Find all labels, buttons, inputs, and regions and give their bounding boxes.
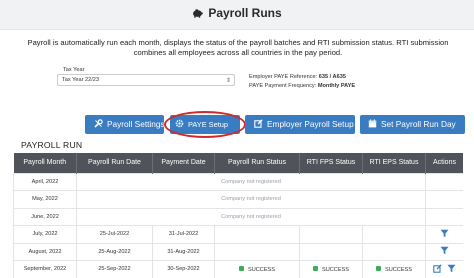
paye-setup-button[interactable]: PAYE Setup: [170, 115, 240, 134]
employer-info: Employer PAYE Reference: 635 / A635 PAYE…: [249, 73, 355, 91]
payroll-settings-button[interactable]: Payroll Settings: [85, 115, 164, 134]
tax-year-label: Tax Year: [63, 67, 85, 73]
tax-year-select[interactable]: Tax Year 22/23 ⇕: [57, 74, 235, 86]
cell-run-status: [214, 242, 300, 261]
cell-month: May, 2022: [13, 190, 77, 209]
employer-payroll-setup-button[interactable]: Employer Payroll Setup: [245, 115, 355, 134]
cell-status-note: Company not registered: [76, 172, 426, 191]
success-status-icon: [312, 265, 318, 271]
filter-icon[interactable]: [440, 229, 449, 240]
edit-icon[interactable]: [432, 264, 442, 275]
col-payroll-run-status[interactable]: Payroll Run Status: [214, 153, 300, 173]
edit-icon: [254, 116, 263, 128]
fps-status-text: SUCCESS: [321, 266, 350, 273]
cell-fps-status: [299, 225, 363, 244]
cell-status-note: Company not registered: [76, 190, 426, 209]
set-payroll-run-day-button[interactable]: Set Payroll Run Day: [360, 115, 465, 134]
cell-fps-status: SUCCESS: [299, 260, 363, 278]
col-rti-eps-status[interactable]: RTI EPS Status: [362, 153, 426, 173]
success-status-icon: [375, 265, 381, 271]
intro-line-1: Payroll is automatically run each month,…: [27, 38, 449, 47]
cell-run-date: 25-Jul-2022: [76, 225, 153, 244]
intro-line-2: combines all employees across all countr…: [133, 48, 343, 57]
table-row: May, 2022 Company not registered: [13, 190, 463, 209]
employer-payroll-setup-label: Employer Payroll Setup: [267, 119, 354, 129]
filter-icon[interactable]: [440, 246, 449, 257]
cell-eps-status: SUCCESS: [362, 260, 426, 278]
cell-run-date: 25-Aug-2022: [76, 242, 153, 261]
title-bar: Payroll Runs: [0, 0, 474, 30]
table-row: June, 2022 Company not registered: [13, 207, 463, 226]
col-payroll-month[interactable]: Payroll Month: [13, 153, 77, 173]
payroll-run-table-wrapper: Payroll Month Payroll Run Date Payment D…: [13, 153, 463, 278]
paye-frequency-label: PAYE Payment Frequency:: [249, 83, 317, 89]
payroll-run-title: PAYROLL RUN: [21, 140, 83, 150]
set-payroll-run-day-label: Set Payroll Run Day: [381, 119, 456, 129]
cell-fps-status: [299, 242, 363, 261]
cell-eps-status: [362, 225, 426, 244]
gear-icon: [175, 116, 184, 128]
paye-setup-label: PAYE Setup: [188, 120, 228, 129]
cell-actions: [425, 190, 463, 209]
cell-actions: [425, 242, 463, 261]
table-header-row: Payroll Month Payroll Run Date Payment D…: [13, 153, 463, 173]
run-status-text: SUCCESS: [247, 266, 276, 273]
cell-month: August, 2022: [13, 242, 77, 261]
paye-ref-value: 635 / A635: [318, 74, 346, 80]
table-row: August, 2022 25-Aug-2022 31-Aug-2022: [13, 242, 463, 261]
cell-payment-date: 31-Jul-2022: [152, 225, 215, 244]
table-row: July, 2022 25-Jul-2022 31-Jul-2022: [13, 225, 463, 244]
cell-actions: [425, 172, 463, 191]
page-title: Payroll Runs: [0, 6, 474, 21]
paye-ref-label: Employer PAYE Reference:: [249, 74, 318, 80]
eps-status-text: SUCCESS: [384, 266, 413, 273]
payroll-settings-label: Payroll Settings: [107, 119, 164, 129]
calendar-icon: [368, 116, 377, 128]
cell-status-note: Company not registered: [76, 207, 426, 226]
intro-text: Payroll is automatically run each month,…: [20, 38, 456, 58]
cell-actions: [425, 225, 463, 244]
wrench-icon: [94, 116, 103, 128]
filter-icon[interactable]: [447, 264, 456, 275]
cell-month: June, 2022: [13, 207, 77, 226]
cell-run-date: 25-Sep-2022: [76, 260, 153, 278]
cell-run-status: SUCCESS: [214, 260, 300, 278]
success-status-icon: [238, 265, 244, 271]
cell-month: September, 2022: [13, 260, 77, 278]
cell-payment-date: 30-Sep-2022: [152, 260, 215, 278]
col-payroll-run-date[interactable]: Payroll Run Date: [76, 153, 153, 173]
cell-month: April, 2022: [13, 172, 77, 191]
page-title-text: Payroll Runs: [208, 6, 282, 20]
table-row: September, 2022 25-Sep-2022 30-Sep-2022 …: [13, 260, 463, 278]
piggy-bank-icon: [192, 7, 204, 21]
table-row: April, 2022 Company not registered: [13, 172, 463, 191]
cell-actions: [425, 260, 463, 278]
tax-year-value: Tax Year 22/23: [62, 77, 100, 83]
col-payment-date[interactable]: Payment Date: [152, 153, 215, 173]
cell-payment-date: 31-Aug-2022: [152, 242, 215, 261]
cell-run-status: [214, 225, 300, 244]
col-rti-fps-status[interactable]: RTI FPS Status: [299, 153, 363, 173]
chevron-updown-icon: ⇕: [225, 78, 231, 84]
payroll-run-table: Payroll Month Payroll Run Date Payment D…: [13, 153, 463, 278]
cell-month: July, 2022: [13, 225, 77, 244]
col-actions: Actions: [425, 153, 463, 173]
cell-eps-status: [362, 242, 426, 261]
paye-frequency-value: Monthly PAYE: [317, 83, 356, 89]
cell-actions: [425, 207, 463, 226]
